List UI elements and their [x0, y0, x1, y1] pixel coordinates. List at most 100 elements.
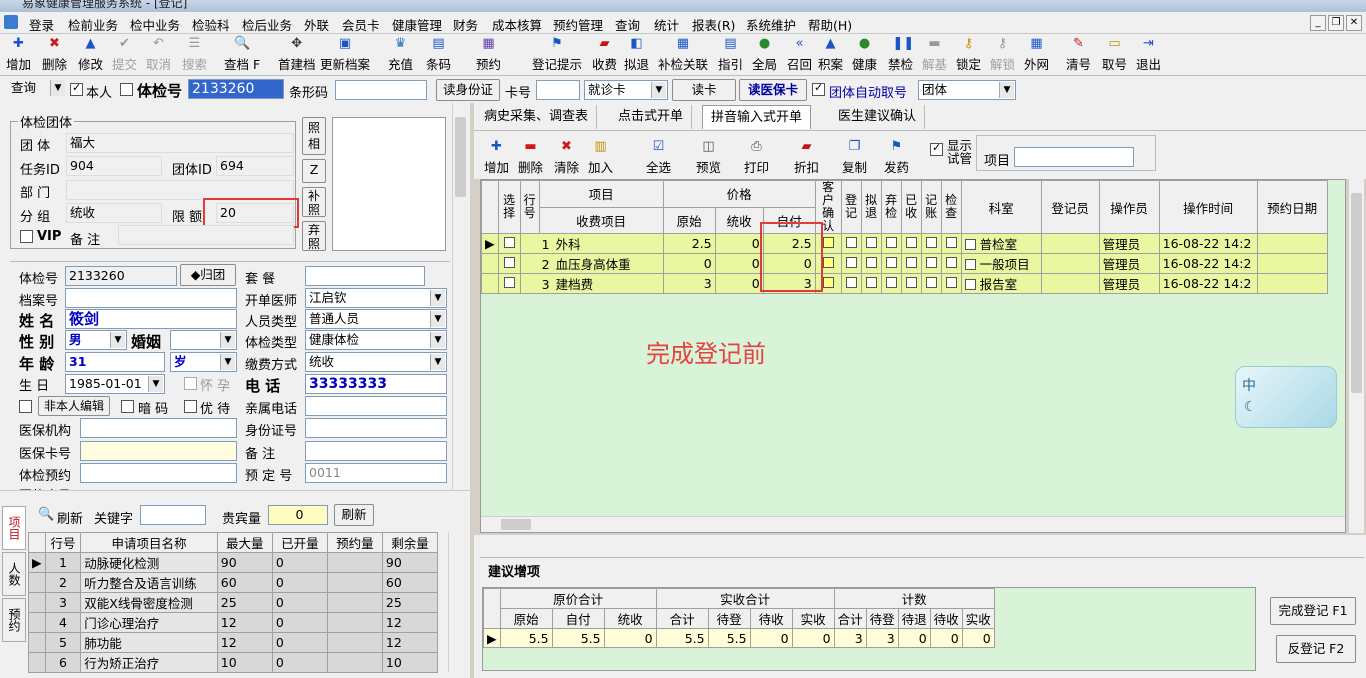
toolbar-button-6[interactable]: 🔍 查档 F	[224, 36, 260, 73]
table-row[interactable]: ▶ 1 动脉硬化检测 90 0 90	[28, 552, 439, 573]
flag-checkbox[interactable]	[920, 253, 942, 274]
restore-button[interactable]: ❐	[1328, 15, 1344, 31]
row-select-checkbox[interactable]	[497, 233, 521, 254]
right-toolbar-button-3[interactable]: ▥ 加入	[588, 139, 613, 176]
toolbar-button-4[interactable]: ↶ 取消	[146, 36, 171, 73]
doctor-select[interactable]: 江启钦	[305, 288, 447, 308]
toolbar-button-26[interactable]: ✎ 清号	[1066, 36, 1091, 73]
menu-item-7[interactable]: 健康管理	[392, 15, 442, 34]
flag-checkbox[interactable]	[920, 233, 942, 254]
floating-widget[interactable]: 中 ☾	[1235, 366, 1337, 428]
right-toolbar-button-0[interactable]: ✚ 增加	[484, 139, 509, 176]
menu-item-2[interactable]: 检中业务	[130, 15, 180, 34]
card-type-select[interactable]: 就诊卡	[584, 80, 668, 100]
toolbar-button-17[interactable]: ● 全局	[752, 36, 777, 73]
menu-item-5[interactable]: 外联	[304, 15, 329, 34]
exam-no-checkbox[interactable]	[120, 83, 133, 96]
right-toolbar-button-4[interactable]: ☑ 全选	[646, 139, 671, 176]
right-tab-1[interactable]: 点击式开单	[610, 105, 693, 129]
read-card-button[interactable]: 读卡	[672, 79, 736, 101]
right-toolbar-button-9[interactable]: ⚑ 发药	[884, 139, 909, 176]
card-input[interactable]	[536, 80, 580, 100]
menu-item-14[interactable]: 系统维护	[746, 15, 796, 34]
non-self-edit-button[interactable]: 非本人编辑	[38, 396, 110, 416]
flag-checkbox[interactable]	[940, 253, 962, 274]
toolbar-button-28[interactable]: ⇥ 退出	[1136, 36, 1161, 73]
flag-checkbox[interactable]	[940, 233, 962, 254]
complete-registration-button[interactable]: 完成登记 F1	[1270, 597, 1356, 625]
package-field[interactable]	[305, 266, 425, 286]
right-toolbar-button-8[interactable]: ❐ 复制	[842, 139, 867, 176]
toolbar-button-5[interactable]: ☰ 搜索	[182, 36, 207, 73]
file-no-field[interactable]	[65, 288, 237, 308]
auto-group-checkbox[interactable]	[812, 81, 825, 96]
toolbar-button-19[interactable]: ▲ 积案	[818, 36, 843, 73]
right-toolbar-button-5[interactable]: ◫ 预览	[696, 139, 721, 176]
priority-checkbox[interactable]	[184, 400, 197, 413]
toolbar-button-8[interactable]: ▣ 更新档案	[320, 36, 370, 73]
right-toolbar-button-2[interactable]: ✖ 清除	[554, 139, 579, 176]
close-button[interactable]: ✕	[1346, 15, 1362, 31]
table-row[interactable]: 3 双能X线骨密度检测 25 0 25	[28, 592, 439, 613]
reserve-field[interactable]	[80, 463, 237, 483]
toolbar-button-24[interactable]: ⚷ 解锁	[990, 36, 1015, 73]
insurer-field[interactable]	[80, 418, 237, 438]
group-select[interactable]: 团体	[918, 80, 1016, 100]
flag-checkbox[interactable]	[840, 253, 862, 274]
tab-reserve[interactable]: 预约	[2, 598, 26, 642]
toolbar-button-14[interactable]: ◧ 拟退	[624, 36, 649, 73]
menu-item-9[interactable]: 成本核算	[492, 15, 542, 34]
flag-checkbox[interactable]	[880, 273, 902, 294]
marital-select[interactable]	[170, 330, 237, 350]
quota-vscroll[interactable]	[448, 532, 464, 672]
toolbar-button-2[interactable]: ▲ 修改	[78, 36, 103, 73]
right-toolbar-button-7[interactable]: ▰ 折扣	[794, 139, 819, 176]
suggest-tab[interactable]: 建议增项	[488, 561, 540, 580]
refresh-label[interactable]: 刷新	[57, 508, 83, 527]
photo-button[interactable]: 照相	[302, 117, 326, 155]
query-select[interactable]: 查询	[8, 79, 66, 99]
table-row[interactable]: 4 门诊心理治疗 12 0 12	[28, 612, 439, 633]
flag-checkbox[interactable]	[940, 273, 962, 294]
menu-item-3[interactable]: 检验科	[192, 15, 230, 34]
payment-select[interactable]: 统收	[305, 352, 447, 372]
phone-field[interactable]: 33333333	[305, 374, 447, 394]
tab-items[interactable]: 项目	[2, 506, 26, 550]
right-tab-0[interactable]: 病史采集、调查表	[476, 105, 598, 129]
menu-item-1[interactable]: 检前业务	[68, 15, 118, 34]
row-select-checkbox[interactable]	[497, 273, 521, 294]
flag-checkbox[interactable]	[860, 273, 882, 294]
flag-checkbox[interactable]	[900, 273, 922, 294]
menu-item-8[interactable]: 财务	[453, 15, 478, 34]
flag-checkbox[interactable]	[900, 253, 922, 274]
flag-checkbox[interactable]	[880, 233, 902, 254]
read-id-button[interactable]: 读身份证	[436, 79, 500, 101]
back-group-button[interactable]: ◆归团	[180, 264, 236, 286]
row-select-checkbox[interactable]	[497, 253, 521, 274]
barcode-input[interactable]	[335, 80, 427, 100]
remark-field[interactable]	[305, 441, 447, 461]
right-toolbar-button-6[interactable]: ⎙ 打印	[744, 139, 769, 176]
insurance-card-field[interactable]	[80, 441, 237, 461]
table-row[interactable]: 2 听力整合及语言训练 60 0 60	[28, 572, 439, 593]
secret-checkbox[interactable]	[121, 400, 134, 413]
flag-checkbox[interactable]	[900, 233, 922, 254]
table-row[interactable]: ▶ 1 外科 2.5 0 2.5 普检室 管理员 16-08-22 14:2	[481, 233, 1328, 254]
self-checkbox[interactable]	[70, 81, 83, 96]
exam-no-input[interactable]: 2133260	[188, 79, 284, 99]
menu-item-0[interactable]: 登录	[29, 15, 54, 34]
name-field[interactable]: 筱剑	[65, 309, 237, 329]
toolbar-button-18[interactable]: « 召回	[787, 36, 812, 73]
toolbar-button-20[interactable]: ● 健康	[852, 36, 877, 73]
non-self-checkbox[interactable]	[19, 400, 32, 413]
toolbar-button-9[interactable]: ♛ 充值	[388, 36, 413, 73]
toolbar-button-22[interactable]: ▬ 解基	[922, 36, 947, 73]
show-tube-checkbox[interactable]	[930, 141, 943, 156]
flag-checkbox[interactable]	[840, 233, 862, 254]
toolbar-button-1[interactable]: ✖ 删除	[42, 36, 67, 73]
toolbar-button-16[interactable]: ▤ 指引	[718, 36, 743, 73]
right-toolbar-button-1[interactable]: ▬ 删除	[518, 139, 543, 176]
table-row[interactable]: 5 肺功能 12 0 12	[28, 632, 439, 653]
exam-type-select[interactable]: 健康体检	[305, 330, 447, 350]
vip-qty-field[interactable]: 0	[268, 505, 328, 525]
